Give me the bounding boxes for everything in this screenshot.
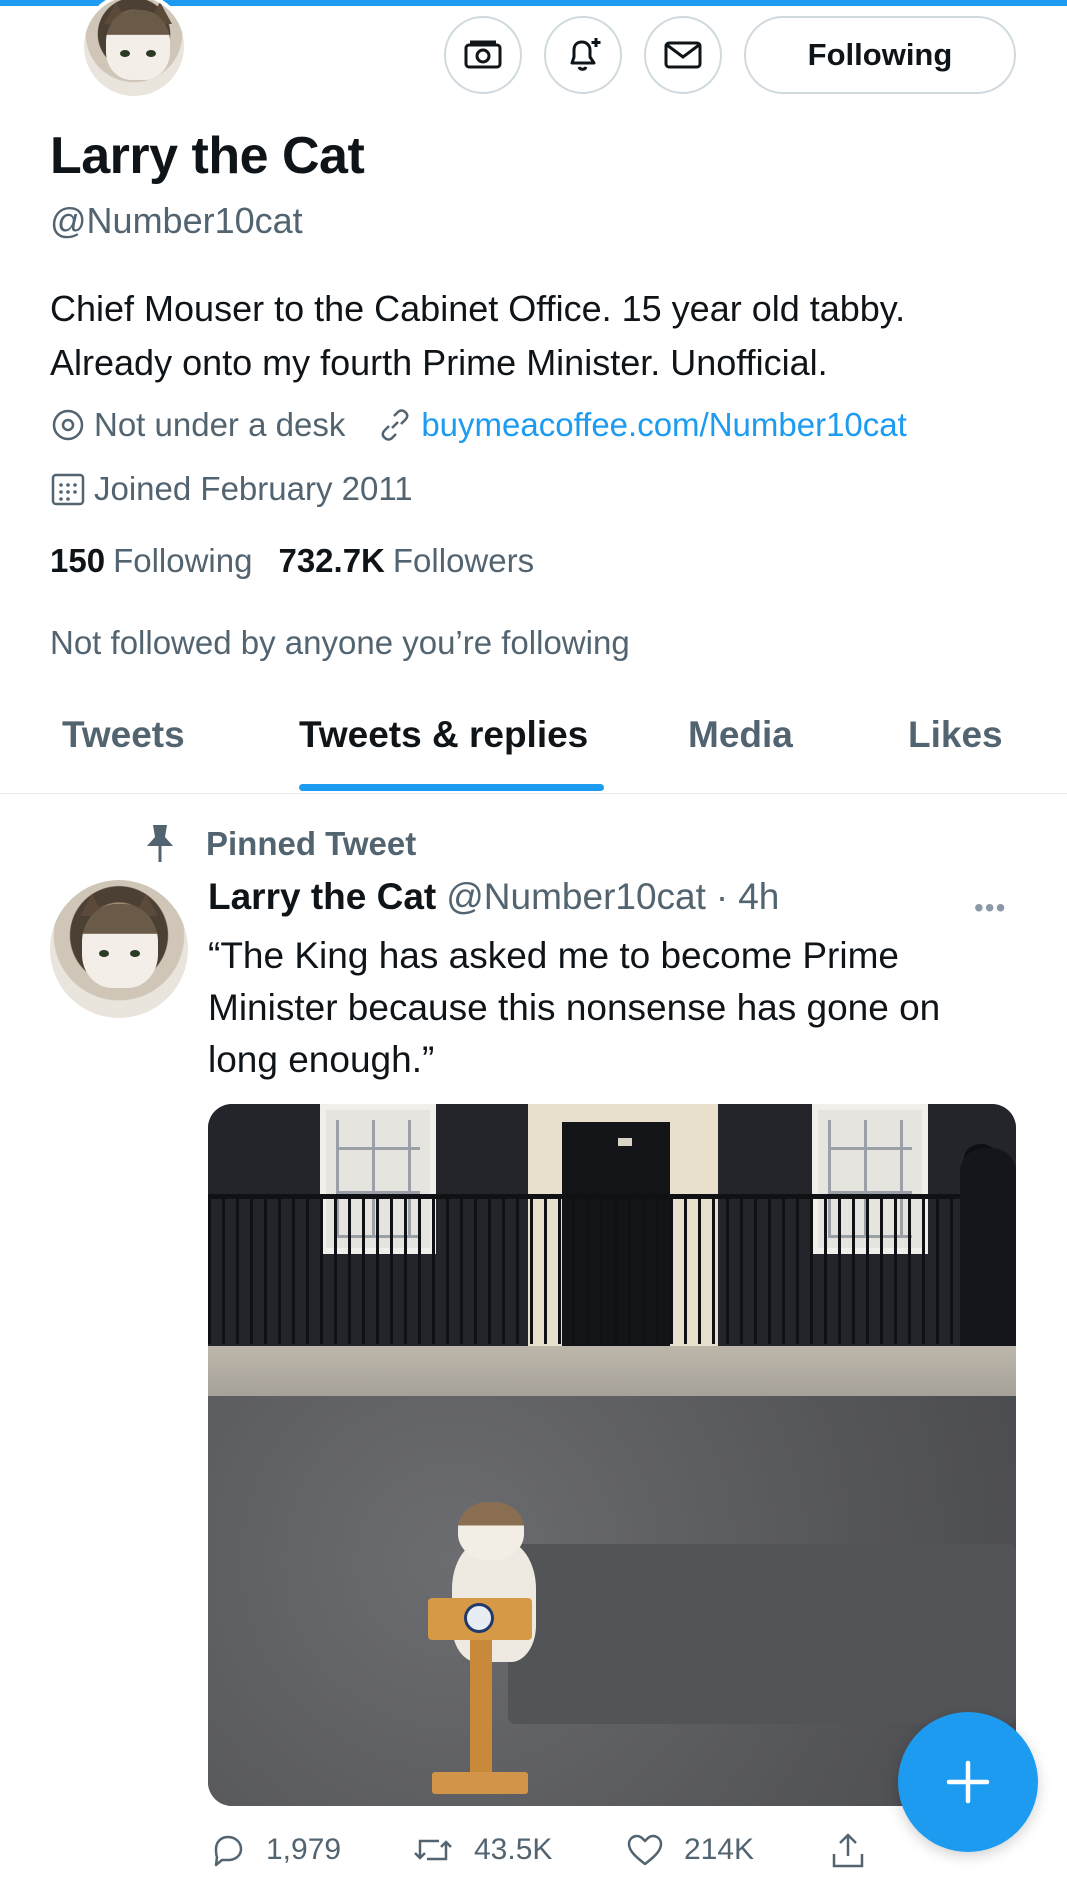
profile-meta-location-website: Not under a desk buymeacoffee.com/Number… bbox=[50, 406, 907, 444]
photo-podium-crest bbox=[464, 1603, 494, 1633]
tweet-timestamp[interactable]: 4h bbox=[738, 876, 779, 918]
profile-website-link[interactable]: buymeacoffee.com/Number10cat bbox=[421, 406, 906, 444]
location-pin-icon bbox=[52, 409, 84, 441]
profile-handle: @Number10cat bbox=[50, 200, 303, 241]
message-button[interactable] bbox=[644, 16, 722, 94]
photo-podium-base bbox=[432, 1772, 528, 1794]
tab-tweets-and-replies[interactable]: Tweets & replies bbox=[299, 714, 588, 756]
notifications-button[interactable] bbox=[544, 16, 622, 94]
tip-button[interactable] bbox=[444, 16, 522, 94]
tweet-header: Larry the Cat @Number10cat · 4h bbox=[208, 876, 779, 918]
tab-tweets[interactable]: Tweets bbox=[62, 714, 185, 756]
tweet-separator: · bbox=[715, 876, 729, 917]
avatar-cat-face bbox=[82, 904, 158, 988]
followers-count: 732.7K bbox=[278, 542, 385, 579]
following-stat[interactable]: 150 Following bbox=[50, 542, 252, 580]
profile-bio: Chief Mouser to the Cabinet Office. 15 y… bbox=[50, 288, 906, 383]
calendar-icon bbox=[51, 473, 85, 506]
profile-stats: 150 Following 732.7K Followers bbox=[50, 542, 534, 580]
followers-label: Followers bbox=[392, 542, 535, 579]
tab-media[interactable]: Media bbox=[688, 714, 793, 756]
profile-name: Larry the Cat bbox=[50, 127, 365, 185]
pin-icon bbox=[147, 825, 173, 862]
more-options-icon[interactable]: ••• bbox=[974, 892, 1006, 924]
tweet-action-bar: 1,979 43.5K 214K bbox=[208, 1826, 864, 1876]
heart-icon bbox=[627, 1834, 663, 1866]
photo-pavement bbox=[208, 1346, 1016, 1396]
tweet-media-photo[interactable] bbox=[208, 1104, 1016, 1806]
reply-bubble-icon bbox=[214, 1835, 243, 1867]
tweet-author-name[interactable]: Larry the Cat bbox=[208, 876, 436, 918]
reply-count: 1,979 bbox=[266, 1833, 342, 1866]
avatar-cat-eye bbox=[130, 950, 140, 957]
profile-avatar[interactable] bbox=[80, 0, 188, 100]
photo-door-number bbox=[618, 1138, 632, 1146]
link-icon bbox=[381, 409, 409, 441]
photo-police-officer bbox=[960, 1148, 1016, 1368]
pinned-tweet-text: Pinned Tweet bbox=[206, 825, 417, 862]
profile-joined-date: Joined February 2011 bbox=[94, 470, 413, 507]
tweet-author-avatar[interactable] bbox=[50, 880, 188, 1018]
tweet-author-handle[interactable]: @Number10cat bbox=[446, 876, 706, 918]
tip-jar-icon bbox=[464, 40, 502, 69]
message-envelope-icon bbox=[664, 41, 702, 69]
active-tab-indicator bbox=[299, 784, 604, 791]
share-button[interactable] bbox=[830, 1832, 886, 1870]
compose-tweet-button[interactable] bbox=[898, 1712, 1038, 1852]
following-button[interactable]: Following bbox=[744, 16, 1016, 94]
photo-road-patch bbox=[508, 1544, 1016, 1724]
tab-likes[interactable]: Likes bbox=[908, 714, 1003, 756]
following-count: 150 bbox=[50, 542, 106, 579]
profile-location: Not under a desk bbox=[94, 406, 346, 443]
avatar-cat-eye bbox=[99, 950, 109, 957]
followed-by-note: Not followed by anyone you’re following bbox=[50, 624, 630, 661]
tweet-text: “The King has asked me to become Prime M… bbox=[208, 935, 941, 1080]
avatar-cat-face bbox=[106, 10, 170, 80]
notification-bell-plus-icon bbox=[570, 38, 601, 71]
retweet-button[interactable]: 43.5K bbox=[412, 1832, 552, 1868]
photo-cat-head bbox=[458, 1502, 524, 1560]
retweet-count: 43.5K bbox=[474, 1833, 553, 1866]
profile-tabs: Tweets Tweets & replies Media Likes bbox=[0, 700, 1067, 794]
following-label: Following bbox=[113, 542, 253, 579]
like-button[interactable]: 214K bbox=[626, 1832, 754, 1868]
photo-railings bbox=[208, 1194, 1016, 1344]
like-count: 214K bbox=[684, 1833, 755, 1866]
avatar-cat-eye bbox=[120, 50, 130, 57]
reply-button[interactable]: 1,979 bbox=[210, 1832, 341, 1868]
followers-stat[interactable]: 732.7K Followers bbox=[278, 542, 534, 580]
photo-podium-stem bbox=[470, 1640, 492, 1780]
avatar-cat-eye bbox=[146, 50, 156, 57]
pinned-tweet-label: Pinned Tweet bbox=[142, 822, 416, 866]
plus-icon bbox=[946, 1760, 990, 1804]
retweet-icon bbox=[414, 1839, 452, 1861]
profile-meta-joined: Joined February 2011 bbox=[50, 470, 413, 508]
share-icon bbox=[832, 1833, 864, 1868]
